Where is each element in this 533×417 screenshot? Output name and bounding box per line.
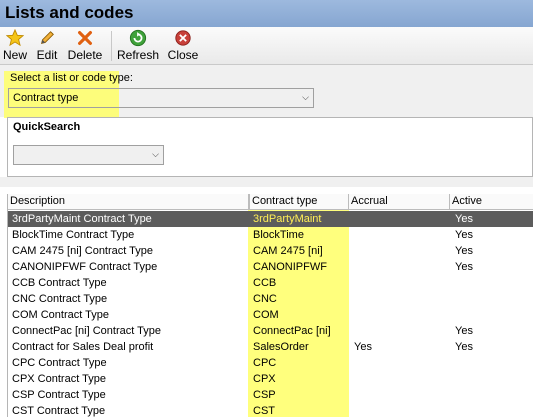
- table-row[interactable]: CST Contract Type CST: [8, 403, 533, 417]
- cell-description: CCB Contract Type: [12, 277, 107, 289]
- edit-button[interactable]: Edit: [33, 29, 61, 62]
- list-type-label: Select a list or code type:: [10, 72, 133, 84]
- chevron-down-icon: ⌵: [302, 92, 309, 102]
- quicksearch-title: QuickSearch: [13, 121, 81, 133]
- table-row[interactable]: COM Contract Type COM: [8, 307, 533, 323]
- column-header-contract-type[interactable]: Contract type: [249, 194, 349, 210]
- close-button[interactable]: Close: [166, 29, 200, 62]
- cell-description: CST Contract Type: [12, 405, 106, 417]
- title-bar: Lists and codes: [0, 0, 533, 27]
- cell-description: BlockTime Contract Type: [12, 229, 135, 241]
- list-selector-panel: Select a list or code type: Contract typ…: [0, 65, 533, 118]
- refresh-icon: [129, 29, 147, 47]
- new-label: New: [2, 48, 27, 62]
- list-type-value: Contract type: [13, 92, 79, 104]
- cell-active: Yes: [455, 325, 473, 337]
- table-row[interactable]: BlockTime Contract Type BlockTime Yes: [8, 227, 533, 243]
- cell-contract-type: BlockTime: [253, 229, 304, 241]
- cell-active: Yes: [455, 245, 473, 257]
- table-row[interactable]: ConnectPac [ni] Contract Type ConnectPac …: [8, 323, 533, 339]
- star-icon: [6, 29, 24, 47]
- cell-contract-type: CSP: [253, 389, 276, 401]
- chevron-down-icon: ⌵: [152, 149, 159, 159]
- cell-description: CPX Contract Type: [12, 373, 106, 385]
- cell-contract-type: COM: [253, 309, 279, 321]
- cell-active: Yes: [455, 213, 473, 225]
- table-row[interactable]: CANONIPFWF Contract Type CANONIPFWF Yes: [8, 259, 533, 275]
- table-row[interactable]: CPX Contract Type CPX: [8, 371, 533, 387]
- list-type-dropdown[interactable]: Contract type ⌵: [8, 88, 314, 108]
- cell-contract-type: ConnectPac [ni]: [253, 325, 331, 337]
- table-row[interactable]: 3rdPartyMaint Contract Type 3rdPartyMaint…: [8, 211, 533, 227]
- cell-contract-type: CST: [253, 405, 275, 417]
- cell-description: ConnectPac [ni] Contract Type: [12, 325, 161, 337]
- delete-x-icon: [78, 31, 92, 45]
- table-row[interactable]: CPC Contract Type CPC: [8, 355, 533, 371]
- delete-label: Delete: [67, 48, 103, 62]
- cell-contract-type: SalesOrder: [253, 341, 309, 353]
- cell-contract-type: CANONIPFWF: [253, 261, 327, 273]
- pencil-icon: [40, 31, 54, 45]
- table-row[interactable]: CSP Contract Type CSP: [8, 387, 533, 403]
- cell-description: 3rdPartyMaint Contract Type: [12, 213, 152, 225]
- table-row[interactable]: CNC Contract Type CNC: [8, 291, 533, 307]
- cell-active: Yes: [455, 261, 473, 273]
- grid-rows: 3rdPartyMaint Contract Type 3rdPartyMaint…: [8, 211, 533, 417]
- toolbar-separator: [111, 31, 112, 61]
- cell-contract-type: CNC: [253, 293, 277, 305]
- cell-description: CSP Contract Type: [12, 389, 106, 401]
- cell-active: Yes: [455, 229, 473, 241]
- cell-description: CAM 2475 [ni] Contract Type: [12, 245, 154, 257]
- cell-accrual: Yes: [354, 341, 372, 353]
- delete-button[interactable]: Delete: [66, 29, 104, 62]
- cell-active: Yes: [455, 341, 473, 353]
- close-icon: [175, 30, 191, 46]
- cell-contract-type: CPC: [253, 357, 277, 369]
- column-header-description[interactable]: Description: [8, 194, 249, 210]
- cell-description: CPC Contract Type: [12, 357, 107, 369]
- cell-contract-type: CPX: [253, 373, 276, 385]
- codes-grid: Description Contract type Accrual Active…: [7, 194, 533, 417]
- new-button[interactable]: New: [2, 29, 28, 62]
- column-header-active[interactable]: Active: [450, 194, 533, 210]
- cell-contract-type: CCB: [253, 277, 277, 289]
- quicksearch-dropdown[interactable]: ⌵: [13, 145, 164, 165]
- table-row[interactable]: CCB Contract Type CCB: [8, 275, 533, 291]
- grid-header: Description Contract type Accrual Active: [8, 194, 533, 210]
- cell-description: Contract for Sales Deal profit: [12, 341, 154, 353]
- cell-contract-type: 3rdPartyMaint: [253, 213, 322, 225]
- cell-description: COM Contract Type: [12, 309, 109, 321]
- cell-contract-type: CAM 2475 [ni]: [253, 245, 323, 257]
- window-title: Lists and codes: [5, 3, 134, 22]
- refresh-label: Refresh: [116, 48, 160, 62]
- splitter[interactable]: [0, 177, 533, 187]
- quicksearch-panel: QuickSearch ⌵: [7, 117, 533, 177]
- cell-description: CANONIPFWF Contract Type: [12, 261, 158, 273]
- edit-label: Edit: [36, 48, 58, 62]
- refresh-button[interactable]: Refresh: [116, 29, 160, 62]
- cell-description: CNC Contract Type: [12, 293, 108, 305]
- table-row[interactable]: Contract for Sales Deal profit SalesOrder…: [8, 339, 533, 355]
- close-label: Close: [167, 48, 199, 62]
- column-header-accrual[interactable]: Accrual: [349, 194, 450, 210]
- toolbar: New Edit Delete Refresh Close: [0, 27, 533, 65]
- table-row[interactable]: CAM 2475 [ni] Contract Type CAM 2475 [ni]…: [8, 243, 533, 259]
